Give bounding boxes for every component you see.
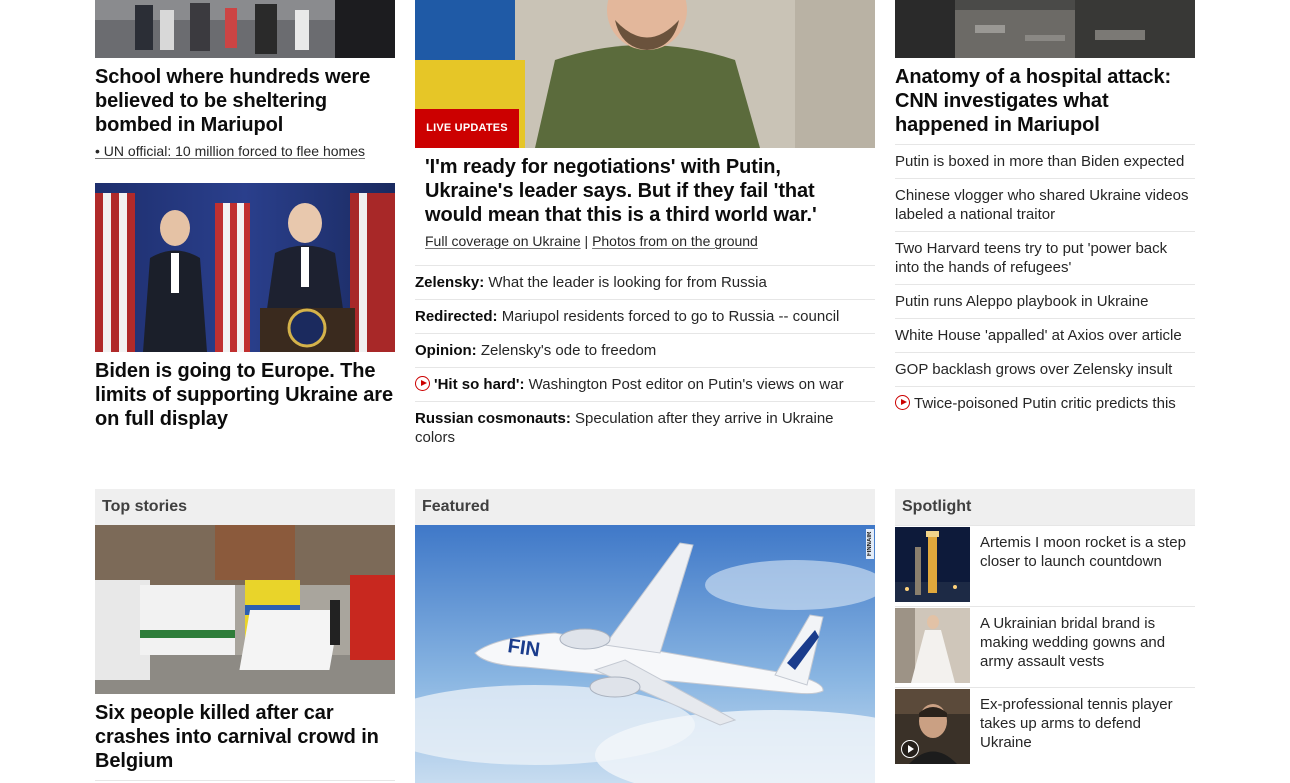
list-item[interactable]: Two Harvard teens try to put 'power back… — [895, 231, 1195, 284]
hospital-attack-headline[interactable]: Anatomy of a hospital attack: CNN invest… — [895, 65, 1195, 137]
hospital-attack-image[interactable] — [895, 0, 1195, 58]
list-item-label: Redirected: — [415, 308, 498, 325]
list-item[interactable]: 'Hit so hard': Washington Post editor on… — [415, 367, 875, 401]
spotlight-item-bridal[interactable]: A Ukrainian bridal brand is making weddi… — [895, 606, 1195, 687]
link-separator: | — [584, 233, 589, 249]
spotlight-item-text: Artemis I moon rocket is a step closer t… — [980, 534, 1186, 570]
mariupol-school-headline[interactable]: School where hundreds were believed to b… — [95, 65, 395, 137]
live-updates-badge[interactable]: LIVE UPDATES — [415, 109, 519, 148]
zelensky-headline[interactable]: 'I'm ready for negotiations' with Putin,… — [425, 155, 865, 227]
list-item-label: Opinion: — [415, 342, 477, 359]
mariupol-school-image[interactable] — [95, 0, 395, 58]
list-item-text: Mariupol residents forced to go to Russi… — [501, 308, 840, 325]
list-item-text: Putin is boxed in more than Biden expect… — [895, 153, 1185, 170]
photos-link[interactable]: Photos from on the ground — [592, 233, 758, 249]
spotlight-item-artemis[interactable]: Artemis I moon rocket is a step closer t… — [895, 525, 1195, 606]
artemis-thumbnail[interactable] — [895, 527, 970, 602]
list-item-text: GOP backlash grows over Zelensky insult — [895, 361, 1173, 378]
divider — [95, 780, 395, 781]
list-item-text: Chinese vlogger who shared Ukraine video… — [895, 187, 1189, 223]
list-item[interactable]: Chinese vlogger who shared Ukraine video… — [895, 178, 1195, 231]
featured-header: Featured — [415, 489, 875, 525]
list-item[interactable]: Zelensky: What the leader is looking for… — [415, 265, 875, 299]
list-item-label: 'Hit so hard': — [434, 376, 525, 393]
list-item[interactable]: Opinion: Zelensky's ode to freedom — [415, 333, 875, 367]
list-item[interactable]: Twice-poisoned Putin critic predicts thi… — [895, 386, 1195, 420]
belgium-crash-image[interactable] — [95, 525, 395, 694]
spotlight-item-text: Ex-professional tennis player takes up a… — [980, 696, 1173, 751]
list-item[interactable]: Redirected: Mariupol residents forced to… — [415, 299, 875, 333]
list-item-text: White House 'appalled' at Axios over art… — [895, 327, 1182, 344]
biden-europe-headline[interactable]: Biden is going to Europe. The limits of … — [95, 359, 395, 431]
list-item[interactable]: Russian cosmonauts: Speculation after th… — [415, 401, 875, 454]
list-item[interactable]: Putin runs Aleppo playbook in Ukraine — [895, 284, 1195, 318]
video-play-icon — [895, 395, 910, 410]
spotlight-header: Spotlight — [895, 489, 1195, 525]
svg-text:FIN: FIN — [506, 635, 541, 661]
list-item-label: Zelensky: — [415, 274, 485, 291]
ukraine-story-list: Zelensky: What the leader is looking for… — [415, 265, 875, 454]
list-item-text: What the leader is looking for from Russ… — [488, 274, 767, 291]
list-item-text: Putin runs Aleppo playbook in Ukraine — [895, 293, 1149, 310]
list-item-text: Washington Post editor on Putin's views … — [528, 376, 844, 393]
video-play-icon — [415, 376, 430, 391]
finnair-plane-image[interactable]: FIN FINNAIR — [415, 525, 875, 783]
list-item-label: Russian cosmonauts: — [415, 410, 571, 427]
list-item[interactable]: Putin is boxed in more than Biden expect… — [895, 144, 1195, 178]
right-story-list: Putin is boxed in more than Biden expect… — [895, 144, 1195, 420]
list-item-text: Zelensky's ode to freedom — [480, 342, 657, 359]
list-item[interactable]: GOP backlash grows over Zelensky insult — [895, 352, 1195, 386]
video-play-icon — [901, 740, 919, 758]
list-item[interactable]: White House 'appalled' at Axios over art… — [895, 318, 1195, 352]
finnair-watermark: FINNAIR — [867, 531, 873, 557]
spotlight-item-tennis[interactable]: Ex-professional tennis player takes up a… — [895, 687, 1195, 768]
un-official-link[interactable]: • UN official: 10 million forced to flee… — [95, 143, 365, 159]
full-coverage-link[interactable]: Full coverage on Ukraine — [425, 233, 581, 249]
list-item-text: Twice-poisoned Putin critic predicts thi… — [914, 395, 1176, 412]
belgium-crash-headline[interactable]: Six people killed after car crashes into… — [95, 701, 395, 773]
tennis-player-thumbnail[interactable] — [895, 689, 970, 764]
biden-blinken-image[interactable] — [95, 183, 395, 352]
bridal-thumbnail[interactable] — [895, 608, 970, 683]
spotlight-item-text: A Ukrainian bridal brand is making weddi… — [980, 615, 1166, 670]
list-item-text: Two Harvard teens try to put 'power back… — [895, 240, 1168, 276]
top-stories-header: Top stories — [95, 489, 395, 525]
